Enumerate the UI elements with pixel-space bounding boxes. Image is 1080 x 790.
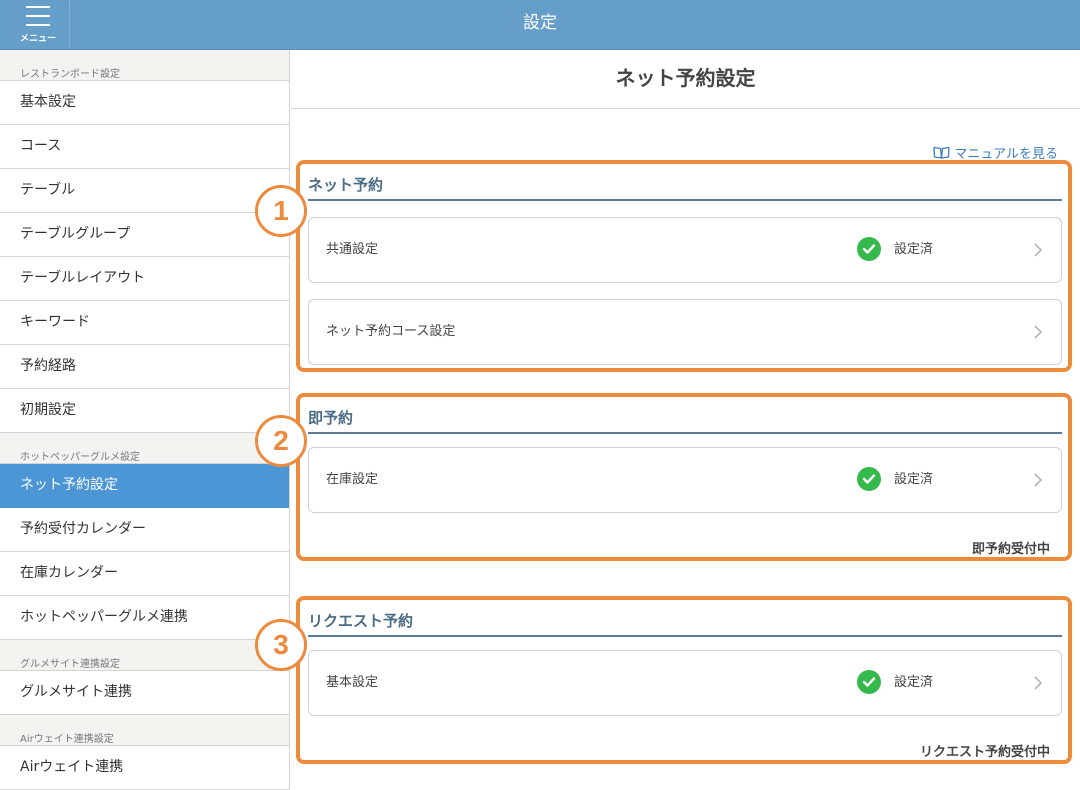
- chevron-right-icon: [1034, 676, 1043, 690]
- annotation-badge: 1: [255, 185, 307, 237]
- section-title: リクエスト予約: [308, 608, 1062, 637]
- row-label: 基本設定: [326, 675, 379, 690]
- common-settings-row[interactable]: 共通設定 設定済: [308, 217, 1062, 283]
- booking-status-text: リクエスト予約受付中: [919, 745, 1050, 760]
- net-booking-course-settings-row[interactable]: ネット予約コース設定: [308, 299, 1062, 365]
- annotation-badge: 2: [255, 415, 307, 467]
- request-booking-section: 3 リクエスト予約 基本設定 設定済 リクエスト予約受付中: [255, 596, 1072, 764]
- sidebar: レストランボード設定 基本設定 コース テーブル テーブルグループ テーブルレイ…: [0, 50, 290, 790]
- header-title: 設定: [523, 13, 557, 33]
- section-title: ネット予約: [308, 172, 1062, 201]
- sidebar-item-booking-calendar[interactable]: 予約受付カレンダー: [0, 508, 289, 552]
- chevron-right-icon: [1034, 325, 1043, 339]
- sidebar-section-header: Airウェイト連携設定: [0, 715, 289, 746]
- sidebar-item-gourmet-site-link[interactable]: グルメサイト連携: [0, 671, 289, 715]
- sidebar-item-net-booking-settings[interactable]: ネット予約設定: [0, 464, 289, 508]
- annotation-badge: 3: [255, 619, 307, 671]
- sidebar-item-hotpepper-link[interactable]: ホットペッパーグルメ連携: [0, 596, 289, 640]
- basic-settings-row[interactable]: 基本設定 設定済: [308, 650, 1062, 716]
- sidebar-item-course[interactable]: コース: [0, 125, 289, 169]
- sidebar-section-header: ホットペッパーグルメ設定: [0, 433, 289, 464]
- sidebar-item-airwait-link[interactable]: Airウェイト連携: [0, 746, 289, 790]
- net-booking-section: 1 ネット予約 共通設定 設定済 ネット予約コース設定: [255, 160, 1072, 372]
- row-label: ネット予約コース設定: [326, 324, 456, 339]
- check-circle-icon: [857, 670, 881, 694]
- sidebar-item-stock-calendar[interactable]: 在庫カレンダー: [0, 552, 289, 596]
- status-text: 設定済: [894, 675, 934, 690]
- row-label: 在庫設定: [326, 472, 379, 487]
- page-title: ネット予約設定: [291, 50, 1080, 109]
- booking-status-text: 即予約受付中: [971, 542, 1050, 557]
- sidebar-section-header: レストランボード設定: [0, 50, 289, 81]
- stock-settings-row[interactable]: 在庫設定 設定済: [308, 447, 1062, 513]
- check-circle-icon: [857, 467, 881, 491]
- status-text: 設定済: [894, 242, 934, 257]
- sidebar-item-keyword[interactable]: キーワード: [0, 301, 289, 345]
- sidebar-item-booking-route[interactable]: 予約経路: [0, 345, 289, 389]
- sidebar-item-initial-settings[interactable]: 初期設定: [0, 389, 289, 433]
- sidebar-item-table-layout[interactable]: テーブルレイアウト: [0, 257, 289, 301]
- check-circle-icon: [857, 237, 881, 261]
- top-bar: メニュー 設定: [0, 0, 1080, 50]
- status-text: 設定済: [894, 472, 934, 487]
- main-content: ネット予約設定 マニュアルを見る 1 ネット予約 共通設定 設定済 ネット予約コ…: [255, 50, 1080, 790]
- chevron-right-icon: [1034, 473, 1043, 487]
- sidebar-item-table-group[interactable]: テーブルグループ: [0, 213, 289, 257]
- chevron-right-icon: [1034, 243, 1043, 257]
- book-icon: [933, 146, 951, 159]
- sidebar-item-table[interactable]: テーブル: [0, 169, 289, 213]
- sidebar-section-header: グルメサイト連携設定: [0, 640, 289, 671]
- row-label: 共通設定: [326, 242, 379, 257]
- section-title: 即予約: [308, 405, 1062, 434]
- sidebar-item-basic-settings[interactable]: 基本設定: [0, 81, 289, 125]
- instant-booking-section: 2 即予約 在庫設定 設定済 即予約受付中: [255, 393, 1072, 561]
